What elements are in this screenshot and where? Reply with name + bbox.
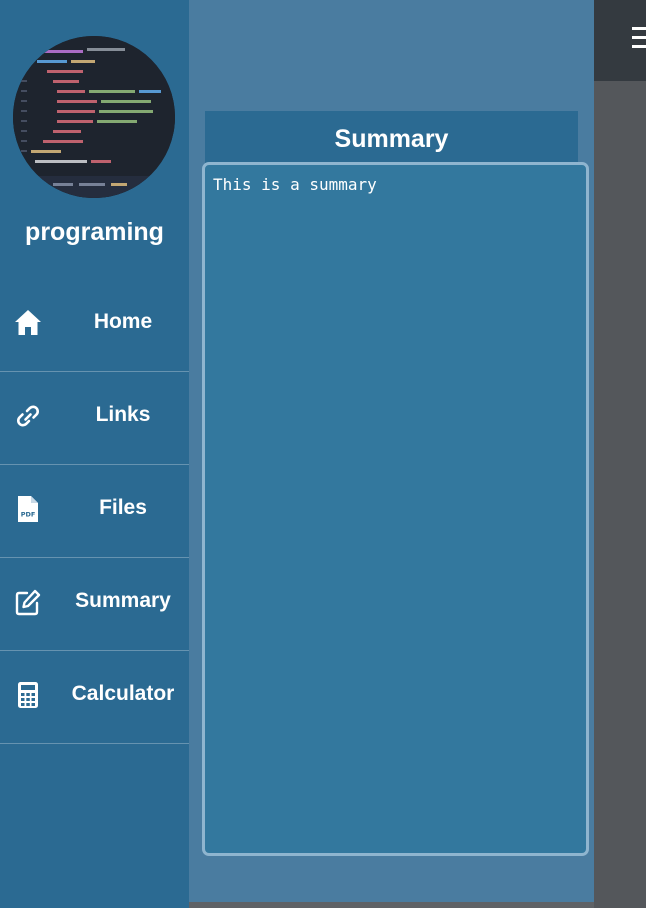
code-editor-avatar-image xyxy=(13,36,175,198)
sidebar: programing Home Links PDF Files Summary … xyxy=(0,0,189,908)
sidebar-item-label: Home xyxy=(93,310,153,333)
sidebar-item-label: Summary xyxy=(75,589,171,612)
bottom-edge xyxy=(189,902,594,908)
main-content: Summary This is a summary xyxy=(189,0,594,908)
edit-icon xyxy=(14,587,42,617)
home-icon xyxy=(14,308,42,338)
page-title: Summary xyxy=(334,125,449,153)
user-name: programing xyxy=(25,218,164,246)
top-navbar xyxy=(594,0,646,81)
sidebar-item-label: Files xyxy=(99,496,147,519)
link-icon xyxy=(14,401,42,431)
sidebar-item-files[interactable]: PDF Files xyxy=(0,465,189,558)
calculator-icon xyxy=(14,680,42,710)
sidebar-item-calculator[interactable]: Calculator xyxy=(0,651,189,744)
avatar xyxy=(13,36,175,198)
sidebar-item-label: Links xyxy=(95,403,151,426)
summary-panel-header: Summary xyxy=(205,111,578,163)
pdf-file-icon: PDF xyxy=(14,494,42,524)
sidebar-item-label: Calculator xyxy=(71,682,175,705)
hamburger-icon[interactable] xyxy=(632,27,646,49)
sidebar-item-summary[interactable]: Summary xyxy=(0,558,189,651)
app: programing Home Links PDF Files Summary … xyxy=(0,0,646,908)
sidebar-nav: Home Links PDF Files Summary Calculator xyxy=(0,279,189,744)
sidebar-item-home[interactable]: Home xyxy=(0,279,189,372)
sidebar-item-links[interactable]: Links xyxy=(0,372,189,465)
right-backdrop xyxy=(594,0,646,908)
summary-textarea[interactable]: This is a summary xyxy=(202,162,589,856)
svg-text:PDF: PDF xyxy=(21,511,36,519)
